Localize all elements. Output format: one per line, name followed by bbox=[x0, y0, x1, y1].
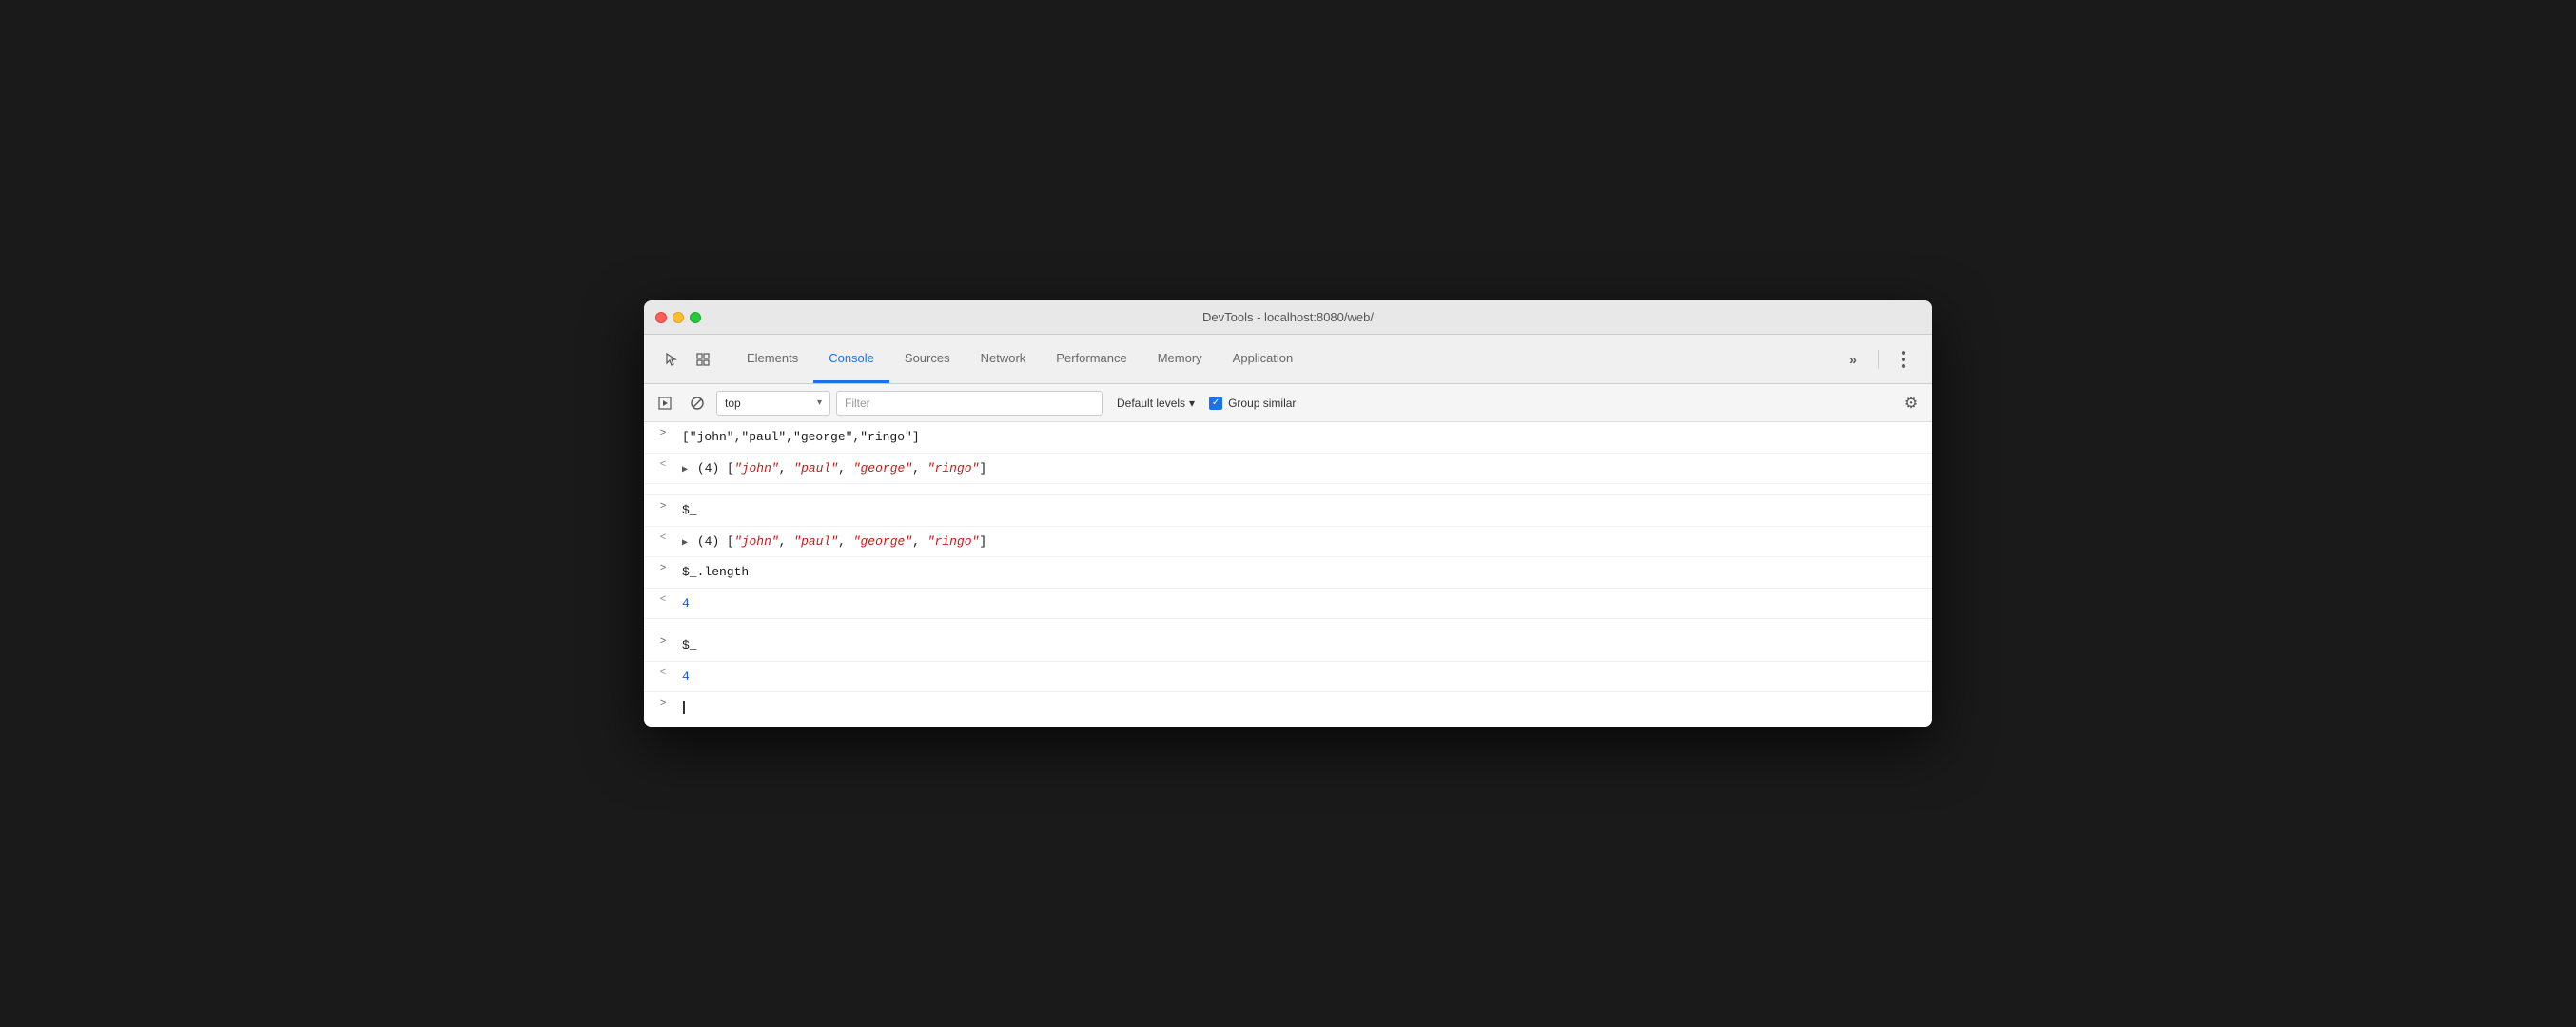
row-gutter-8: < bbox=[644, 666, 682, 679]
group-similar-label: Group similar bbox=[1228, 397, 1296, 410]
tab-bar: Elements Console Sources Network Perform… bbox=[644, 335, 1932, 384]
console-row-7: > $_ bbox=[644, 630, 1932, 662]
row-gutter-6: < bbox=[644, 592, 682, 606]
row-content-2: ▶ (4) ["john", "paul", "george", "ringo"… bbox=[682, 457, 1924, 480]
group-similar-wrapper[interactable]: Group similar bbox=[1209, 397, 1296, 410]
console-row-3: > $_ bbox=[644, 495, 1932, 527]
tab-network[interactable]: Network bbox=[966, 335, 1042, 383]
expand-icon-2[interactable]: ▶ bbox=[682, 463, 688, 477]
ban-icon bbox=[690, 396, 705, 411]
tab-elements[interactable]: Elements bbox=[732, 335, 813, 383]
gear-icon: ⚙ bbox=[1904, 394, 1918, 413]
tab-console[interactable]: Console bbox=[813, 335, 889, 383]
row-gutter-5: > bbox=[644, 561, 682, 574]
cursor-row-content[interactable] bbox=[682, 696, 1924, 719]
console-row-5: > $_.length bbox=[644, 557, 1932, 589]
cursor-icon-btn[interactable] bbox=[659, 346, 686, 373]
console-row-6: < 4 bbox=[644, 589, 1932, 620]
settings-button[interactable]: ⚙ bbox=[1898, 390, 1924, 417]
close-button[interactable] bbox=[655, 312, 667, 323]
context-selector[interactable]: top ▾ bbox=[716, 391, 830, 416]
expand-icon-4[interactable]: ▶ bbox=[682, 536, 688, 551]
row-gutter-2: < bbox=[644, 457, 682, 471]
maximize-button[interactable] bbox=[690, 312, 701, 323]
tab-application[interactable]: Application bbox=[1218, 335, 1309, 383]
row-content-3: $_ bbox=[682, 499, 1924, 522]
tab-performance[interactable]: Performance bbox=[1041, 335, 1142, 383]
console-row-1: > ["john","paul","george","ringo"] bbox=[644, 422, 1932, 454]
traffic-lights bbox=[655, 312, 701, 323]
output-chevron-6: < bbox=[660, 594, 667, 606]
console-row-4: < ▶ (4) ["john", "paul", "george", "ring… bbox=[644, 527, 1932, 558]
row-gutter-3: > bbox=[644, 499, 682, 513]
row-content-8: 4 bbox=[682, 666, 1924, 688]
log-levels-button[interactable]: Default levels ▾ bbox=[1108, 391, 1203, 416]
tab-memory[interactable]: Memory bbox=[1142, 335, 1218, 383]
input-chevron-3: > bbox=[660, 501, 667, 513]
tab-sources[interactable]: Sources bbox=[889, 335, 966, 383]
console-input-row[interactable]: > bbox=[644, 692, 1932, 723]
console-row-8: < 4 bbox=[644, 662, 1932, 693]
cursor-prompt: > bbox=[660, 698, 667, 709]
console-toolbar: top ▾ Default levels ▾ Group similar ⚙ bbox=[644, 384, 1932, 422]
row-content-6: 4 bbox=[682, 592, 1924, 615]
output-chevron-8: < bbox=[660, 668, 667, 679]
output-chevron-2: < bbox=[660, 459, 667, 471]
play-button[interactable] bbox=[652, 390, 678, 417]
chevron-down-icon: ▾ bbox=[817, 397, 822, 408]
row-content-7: $_ bbox=[682, 634, 1924, 657]
devtools-window: DevTools - localhost:8080/web/ Elements bbox=[644, 300, 1932, 727]
tab-bar-icons bbox=[652, 335, 724, 383]
layers-icon-btn[interactable] bbox=[690, 346, 716, 373]
row-gutter-7: > bbox=[644, 634, 682, 648]
cursor-row-gutter: > bbox=[644, 696, 682, 709]
tab-bar-right: » bbox=[1832, 335, 1924, 383]
vertical-dots-icon bbox=[1902, 351, 1905, 368]
more-tabs-button[interactable]: » bbox=[1840, 346, 1866, 373]
console-output[interactable]: > ["john","paul","george","ringo"] < ▶ (… bbox=[644, 422, 1932, 727]
window-title: DevTools - localhost:8080/web/ bbox=[1202, 310, 1374, 324]
separator-2 bbox=[644, 619, 1932, 630]
chevron-right-icon: » bbox=[1849, 352, 1857, 367]
context-value: top bbox=[725, 397, 811, 410]
row-gutter-4: < bbox=[644, 531, 682, 544]
levels-chevron-icon: ▾ bbox=[1189, 397, 1195, 410]
cursor-icon bbox=[665, 352, 680, 367]
row-gutter-1: > bbox=[644, 426, 682, 439]
divider bbox=[1878, 350, 1879, 369]
clear-button[interactable] bbox=[684, 390, 711, 417]
devtools-menu-button[interactable] bbox=[1890, 346, 1917, 373]
row-content-4: ▶ (4) ["john", "paul", "george", "ringo"… bbox=[682, 531, 1924, 553]
row-content-5: $_.length bbox=[682, 561, 1924, 584]
input-chevron-7: > bbox=[660, 636, 667, 648]
row-content-1: ["john","paul","george","ringo"] bbox=[682, 426, 1924, 449]
input-chevron-5: > bbox=[660, 563, 667, 574]
filter-input[interactable] bbox=[836, 391, 1103, 416]
input-chevron-1: > bbox=[660, 428, 667, 439]
layers-icon bbox=[695, 352, 711, 367]
separator-1 bbox=[644, 484, 1932, 495]
output-chevron-4: < bbox=[660, 533, 667, 544]
group-similar-checkbox[interactable] bbox=[1209, 397, 1222, 410]
minimize-button[interactable] bbox=[673, 312, 684, 323]
console-row-2: < ▶ (4) ["john", "paul", "george", "ring… bbox=[644, 454, 1932, 485]
tabs: Elements Console Sources Network Perform… bbox=[732, 335, 1832, 383]
levels-label: Default levels bbox=[1117, 397, 1185, 410]
text-cursor bbox=[683, 701, 685, 714]
execute-icon bbox=[657, 396, 673, 411]
title-bar: DevTools - localhost:8080/web/ bbox=[644, 300, 1932, 335]
